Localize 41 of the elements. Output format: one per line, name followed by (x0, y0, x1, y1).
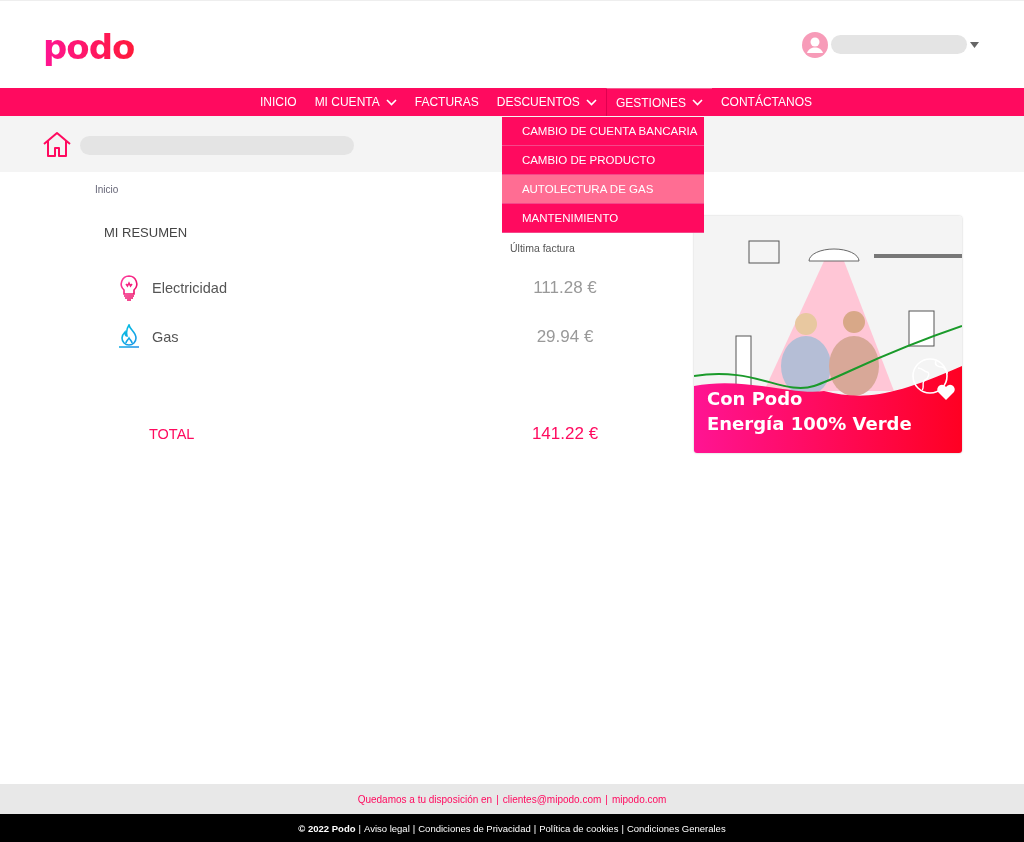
column-label: Última factura (510, 241, 576, 256)
light-bulb-icon (118, 274, 140, 301)
contact-text: Quedamos a tu disposición en (357, 793, 493, 805)
service-label: Gas (152, 328, 179, 345)
footer-link[interactable]: mipodo.com (611, 793, 667, 805)
amount: 29.94 € (535, 326, 595, 347)
banner-text: Energía 100% Verde (707, 413, 912, 435)
footer-link[interactable]: Condiciones de Privacidad (418, 822, 531, 834)
total-label: TOTAL (148, 425, 195, 442)
flame-icon (118, 324, 140, 349)
chevron-down-icon (385, 98, 397, 106)
separator: | (496, 793, 499, 805)
nav-item[interactable]: FACTURAS (405, 88, 488, 116)
section-title: MI RESUMEN (103, 225, 189, 242)
globe-heart-icon (910, 356, 956, 402)
caret-icon[interactable] (970, 41, 979, 48)
nav-item[interactable]: DESCUENTOS (487, 88, 606, 116)
total-amount: 141.22 € (530, 423, 600, 444)
footer-link[interactable]: clientes@mipodo.com (502, 793, 602, 805)
footer-link[interactable]: Condiciones Generales (626, 822, 726, 834)
copyright-text: © 2022 Podo (298, 822, 356, 834)
home-icon[interactable] (42, 130, 72, 158)
separator: | (412, 822, 416, 834)
footer-link[interactable]: Aviso legal (364, 822, 410, 834)
nav-item[interactable]: MI CUENTA (305, 88, 406, 116)
banner-text: Con Podo (707, 388, 804, 410)
chevron-down-icon (691, 99, 703, 106)
separator: | (621, 822, 624, 834)
separator: | (533, 822, 537, 834)
footer-link[interactable]: Política de cookies (539, 822, 619, 834)
promo-banner[interactable]: Con Podo Energía 100% Verde (694, 216, 962, 453)
chevron-down-icon (585, 98, 597, 106)
nav-item[interactable]: CONTÁCTANOS (711, 88, 822, 116)
dropdown-item[interactable]: AUTOLECTURA DE GAS (501, 175, 704, 204)
service-label: Electricidad (152, 279, 227, 296)
separator: | (358, 822, 361, 834)
dropdown-item[interactable]: MANTENIMIENTO (501, 204, 704, 233)
user-avatar-icon[interactable] (802, 31, 828, 58)
amount: 111.28 € (532, 277, 598, 298)
nav-item[interactable]: INICIO (250, 88, 306, 116)
separator: | (605, 793, 608, 805)
